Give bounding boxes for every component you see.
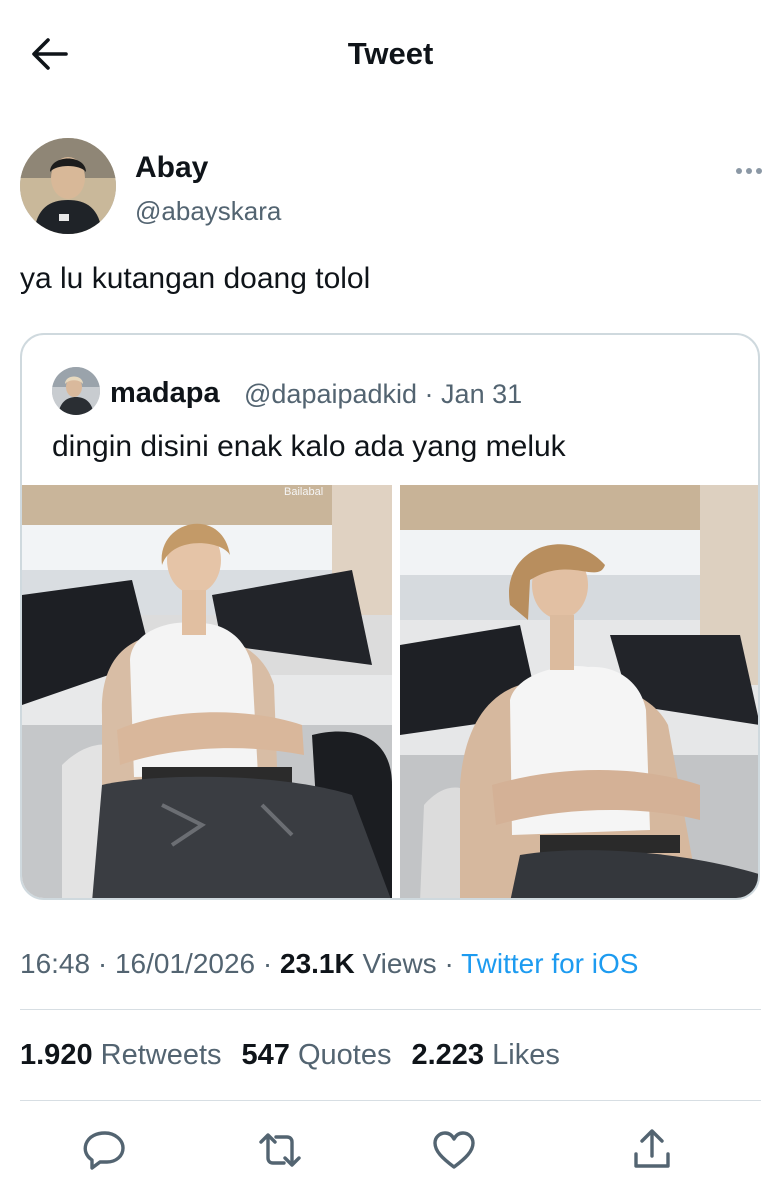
retweets-stat[interactable]: 1.920 Retweets xyxy=(20,1039,222,1071)
page-title: Tweet xyxy=(347,36,434,71)
views-count: 23.1K xyxy=(280,948,355,979)
quotes-stat[interactable]: 547 Quotes xyxy=(242,1039,392,1071)
retweets-count: 1.920 xyxy=(20,1039,93,1071)
quoted-tweet-date[interactable]: Jan 31 xyxy=(441,379,522,409)
engagement-stats: 1.920 Retweets 547 Quotes 2.223 Likes xyxy=(20,1039,580,1072)
quoted-tweet-card[interactable]: madapa @dapaipadkid · Jan 31 dingin disi… xyxy=(20,333,760,900)
quoted-author-meta: @dapaipadkid · Jan 31 xyxy=(244,379,523,409)
retweets-label: Retweets xyxy=(100,1039,222,1071)
reply-icon[interactable] xyxy=(80,1126,128,1174)
views-label: Views xyxy=(362,948,437,979)
author-avatar[interactable] xyxy=(20,138,116,234)
tweet-date: 16/01/2026 xyxy=(114,948,256,979)
quoted-photo-1[interactable]: Bailabal xyxy=(22,485,392,898)
like-icon[interactable] xyxy=(430,1126,478,1174)
divider xyxy=(20,1100,761,1101)
author-handle[interactable]: @abayskara xyxy=(135,196,281,227)
author-name[interactable]: Abay xyxy=(135,151,208,185)
share-icon[interactable] xyxy=(628,1126,676,1174)
likes-count: 2.223 xyxy=(411,1039,485,1071)
top-bar: Tweet xyxy=(0,0,781,108)
likes-label: Likes xyxy=(492,1039,560,1071)
likes-stat[interactable]: 2.223 Likes xyxy=(411,1039,559,1071)
photo-watermark: Bailabal xyxy=(284,486,323,498)
retweet-icon[interactable] xyxy=(256,1126,304,1174)
tweet-text: ya lu kutangan doang tolol xyxy=(20,262,371,295)
quoted-photo-2[interactable] xyxy=(400,485,758,898)
tweet-time: 16:48 xyxy=(20,948,91,979)
quoted-author-handle[interactable]: @dapaipadkid xyxy=(244,379,417,409)
quotes-count: 547 xyxy=(241,1039,290,1071)
quoted-author-name[interactable]: madapa xyxy=(110,377,220,410)
quotes-label: Quotes xyxy=(297,1039,392,1071)
quoted-author-avatar[interactable] xyxy=(52,367,100,415)
divider xyxy=(20,1009,761,1010)
quoted-tweet-text: dingin disini enak kalo ada yang meluk xyxy=(52,430,566,463)
tweet-source-link[interactable]: Twitter for iOS xyxy=(461,948,638,979)
tweet-meta: 16:48 · 16/01/2026 · 23.1K Views · Twitt… xyxy=(20,948,639,979)
more-options-icon[interactable] xyxy=(734,164,764,178)
